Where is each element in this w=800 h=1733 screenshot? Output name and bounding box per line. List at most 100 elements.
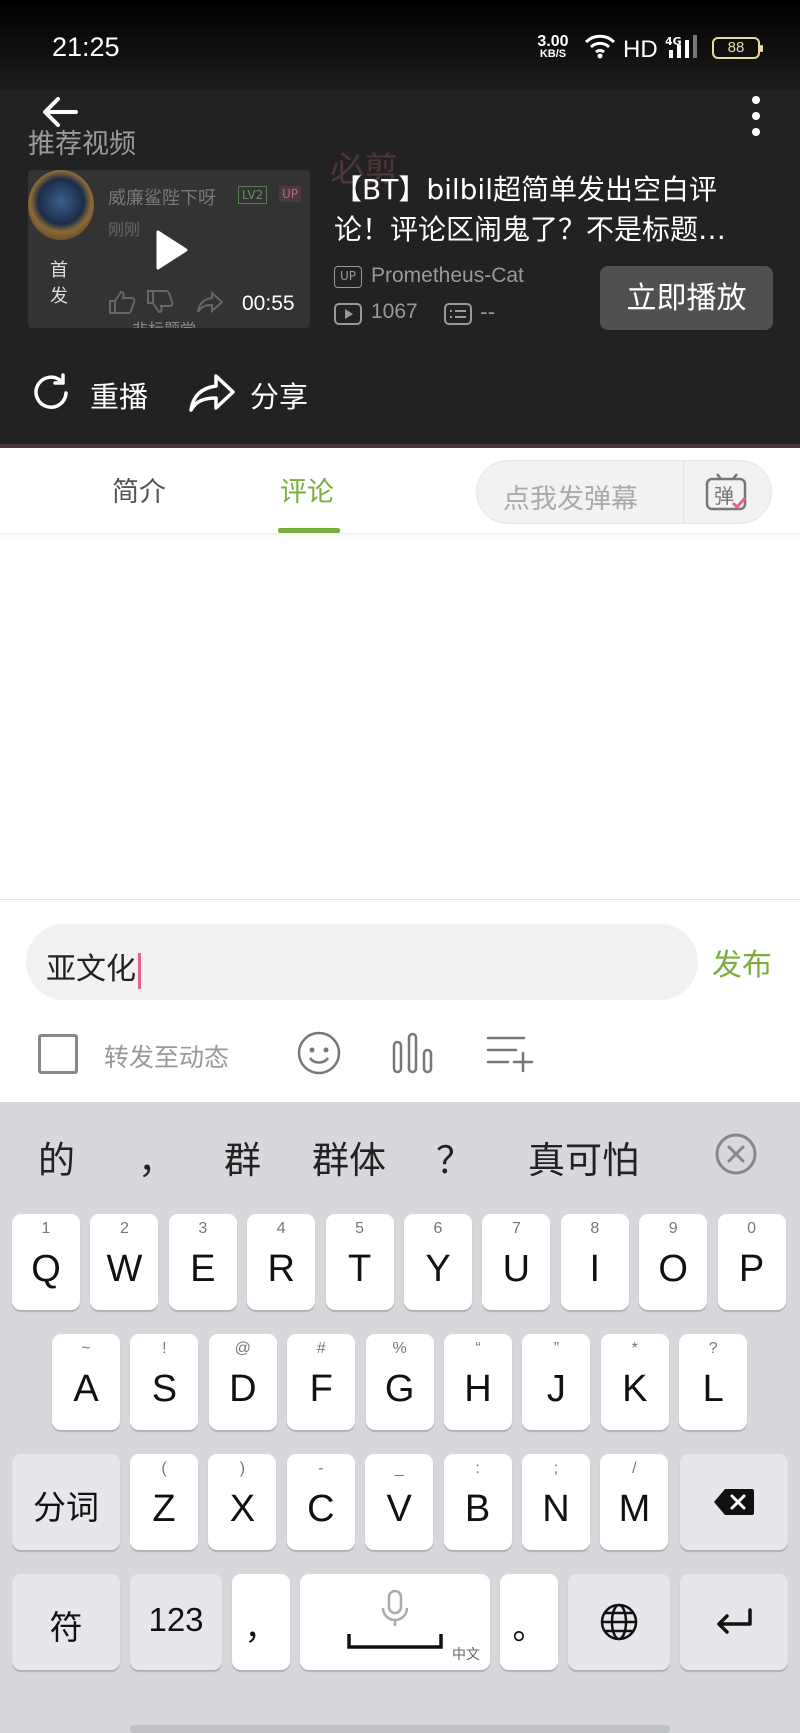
key-v[interactable]: _ V: [365, 1454, 434, 1550]
language-switch-key[interactable]: [568, 1574, 670, 1670]
enter-key[interactable]: [680, 1574, 788, 1670]
space-bar-icon: [347, 1634, 443, 1649]
tab-comments[interactable]: 评论: [280, 470, 334, 509]
close-candidates-icon[interactable]: [714, 1132, 758, 1176]
key-hint: %: [392, 1340, 407, 1357]
key-j[interactable]: ” J: [522, 1334, 591, 1430]
key-hint: *: [631, 1340, 638, 1357]
key-z[interactable]: (Z: [130, 1454, 198, 1550]
key-x[interactable]: ) X: [208, 1454, 277, 1550]
space-key[interactable]: 中文: [300, 1574, 490, 1670]
key-hint: /: [632, 1460, 637, 1477]
key-l[interactable]: ? L: [679, 1334, 748, 1430]
key-a[interactable]: ~ A: [52, 1334, 120, 1430]
key-n[interactable]: ; N: [522, 1454, 590, 1550]
key-f[interactable]: # F: [287, 1334, 356, 1430]
candidate-word[interactable]: ？: [436, 1130, 473, 1184]
segment-key[interactable]: 分词: [12, 1454, 120, 1550]
emoji-icon[interactable]: [296, 1030, 342, 1076]
microphone-icon: [381, 1589, 409, 1626]
key-label: C: [307, 1488, 335, 1530]
key-d[interactable]: @ D: [208, 1334, 277, 1430]
up-tag: UP: [334, 266, 362, 288]
more-options-icon[interactable]: [744, 94, 768, 138]
home-indicator: [130, 1725, 670, 1733]
replay-icon[interactable]: [30, 372, 72, 414]
globe-icon: [600, 1603, 638, 1641]
candidate-word[interactable]: 的: [38, 1130, 75, 1184]
key-i[interactable]: 8I: [560, 1214, 629, 1310]
key-h[interactable]: “H: [444, 1334, 512, 1430]
uploader-name[interactable]: Prometheus-Cat: [371, 264, 524, 288]
key-o[interactable]: 9O: [639, 1214, 708, 1310]
share-button[interactable]: 分享: [250, 374, 308, 416]
key-hint: 2: [119, 1220, 129, 1237]
key-label: G: [384, 1368, 415, 1410]
key-label: Z: [152, 1488, 176, 1530]
divider: [683, 461, 684, 523]
up-badge: UP: [279, 186, 302, 202]
key-t[interactable]: 5T: [325, 1214, 394, 1310]
key-label: S: [151, 1368, 178, 1410]
play-now-button[interactable]: 立即播放: [600, 266, 773, 330]
key-label: Q: [31, 1248, 61, 1290]
key-label: R: [267, 1248, 295, 1290]
network-type-label: 4G: [665, 35, 682, 48]
thumbnail-uploader-name: 威廉鲨陛下呀: [108, 188, 216, 209]
backspace-key[interactable]: [680, 1454, 788, 1550]
key-s[interactable]: ! S: [130, 1334, 199, 1430]
key-e[interactable]: 3E: [168, 1214, 237, 1310]
key-hint: 8: [590, 1220, 600, 1237]
candidate-word[interactable]: 群: [224, 1130, 261, 1184]
key-hint: “: [475, 1340, 481, 1357]
hd-indicator: HD: [623, 36, 658, 63]
key-label: M: [618, 1488, 651, 1530]
comma-key[interactable]: ，: [232, 1574, 290, 1670]
comment-input-field[interactable]: 亚文化: [46, 944, 141, 989]
space-language-label: 中文: [452, 1646, 480, 1662]
key-c[interactable]: -C: [286, 1454, 355, 1550]
recommended-video-title[interactable]: 【BT】bilbil超简单发出空白评 论！评论区闹鬼了？不是标题…: [334, 170, 764, 250]
key-hint: @: [234, 1340, 251, 1357]
key-y[interactable]: 6Y: [404, 1214, 472, 1310]
key-hint: 1: [41, 1220, 51, 1237]
key-hint: _: [394, 1460, 404, 1477]
key-w[interactable]: 2W: [90, 1214, 159, 1310]
play-icon[interactable]: [148, 228, 192, 272]
enter-icon: [717, 1608, 752, 1634]
key-m[interactable]: / M: [600, 1454, 669, 1550]
key-p[interactable]: 0P: [717, 1214, 786, 1310]
play-count: 1067: [371, 300, 418, 323]
symbols-key[interactable]: 符: [12, 1574, 120, 1670]
key-b[interactable]: :B: [443, 1454, 512, 1550]
share-icon[interactable]: [188, 372, 236, 414]
key-q[interactable]: 1Q: [12, 1214, 80, 1310]
key-hint: (: [161, 1460, 167, 1477]
key-k[interactable]: * K: [600, 1334, 669, 1430]
period-key[interactable]: 。: [500, 1574, 558, 1670]
recommended-video-thumbnail[interactable]: 首发 威廉鲨陛下呀 LV2 UP 刚刚 00:55 非标题党: [28, 170, 310, 328]
numbers-key[interactable]: 123: [130, 1574, 222, 1670]
danmaku-toggle-icon[interactable]: 弹: [705, 473, 749, 513]
danmaku-input[interactable]: 点我发弹幕 弹: [476, 460, 772, 524]
replay-button[interactable]: 重播: [90, 374, 148, 416]
video-title-line-1: 【BT】bilbil超简单发出空白评: [334, 173, 717, 206]
candidate-word[interactable]: ，: [138, 1130, 175, 1184]
key-hint: #: [316, 1340, 326, 1357]
publish-button[interactable]: 发布: [712, 940, 772, 984]
key-g[interactable]: % G: [365, 1334, 434, 1430]
tab-intro[interactable]: 简介: [112, 470, 166, 509]
danmaku-count: --: [480, 300, 496, 324]
key-label: F: [309, 1368, 333, 1410]
key-label: L: [702, 1368, 724, 1410]
key-r[interactable]: 4R: [247, 1214, 316, 1310]
vote-icon[interactable]: [390, 1030, 436, 1076]
candidate-word[interactable]: 群体: [312, 1130, 386, 1184]
video-player-area[interactable]: 21:25 3.00 KB/S HD 4G 88 推荐视频 必剪 首发 威廉鲨陛…: [0, 0, 800, 448]
candidate-word[interactable]: 真可怕: [528, 1130, 639, 1184]
comment-input[interactable]: 亚文化: [26, 924, 698, 1000]
key-u[interactable]: 7U: [482, 1214, 551, 1310]
key-hint: 0: [747, 1220, 757, 1237]
forward-to-dynamic-checkbox[interactable]: [38, 1034, 78, 1074]
add-list-icon[interactable]: [484, 1032, 534, 1074]
